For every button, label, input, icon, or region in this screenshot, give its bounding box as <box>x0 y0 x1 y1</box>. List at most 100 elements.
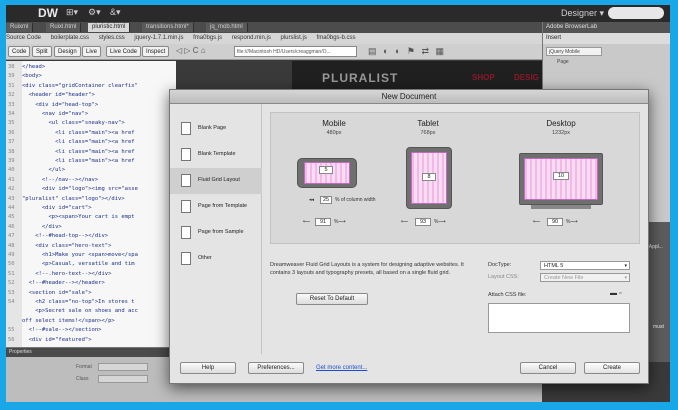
code-line[interactable]: 34 <nav id="nav"> <box>8 110 176 118</box>
code-line[interactable]: 40 </ul> <box>8 166 176 174</box>
mobile-columns-input[interactable]: 5 <box>319 166 333 174</box>
category-label: Blank Page <box>198 125 227 131</box>
code-line[interactable]: 39 <body> <box>8 72 176 80</box>
code-line[interactable]: 50 <p>Casual, versatile and tim <box>8 260 176 268</box>
code-line[interactable]: 42 <div id="logo"><img src="asse <box>8 185 176 193</box>
code-line[interactable]: 44 <div id="cart"> <box>8 204 176 212</box>
code-text: <!--#head-top--></div> <box>22 233 109 240</box>
code-text: <p><span>Your cart is empt <box>22 214 135 221</box>
insert-category-select[interactable]: jQuery Mobile <box>546 47 602 56</box>
doctype-value: HTML 5 <box>544 263 564 269</box>
code-line[interactable]: 45 <p><span>Your cart is empt <box>8 213 176 221</box>
code-line[interactable]: 46 </div> <box>8 223 176 231</box>
code-line[interactable]: 35 <ul class="sneaky-nav"> <box>8 119 176 127</box>
code-line[interactable]: 48 <div class="hero-text"> <box>8 242 176 250</box>
code-line[interactable]: 51 <!--.hero-text--></div> <box>8 270 176 278</box>
code-line[interactable]: 38 <li class="main"><a href <box>8 148 176 156</box>
preferences-button[interactable]: Preferences... <box>248 362 304 374</box>
class-select[interactable] <box>98 375 148 383</box>
code-line[interactable]: 37 <li class="main"><a href <box>8 138 176 146</box>
column-width-input[interactable]: 25 <box>320 196 332 204</box>
site-menu[interactable]: &▾ <box>110 7 121 18</box>
mobile-width-input[interactable]: 91 <box>315 218 331 226</box>
format-select[interactable] <box>98 363 148 371</box>
design-view-button[interactable]: Design <box>54 46 81 57</box>
category-page-from-template[interactable]: Page from Template <box>170 194 262 220</box>
related-file[interactable]: jquery-1.7.1.min.js <box>134 35 183 41</box>
related-file[interactable]: plurslist.js <box>281 35 307 41</box>
code-line[interactable]: 43 "pluralist" class="logo"></div> <box>8 195 176 203</box>
help-button[interactable]: Help <box>180 362 236 374</box>
code-line[interactable]: 41 <!--/nav--></nav> <box>8 176 176 184</box>
workspace-switcher[interactable]: Designer ▾ <box>561 8 604 19</box>
split-view-button[interactable]: Split <box>32 46 52 57</box>
doctype-select[interactable]: HTML 5 ▾ <box>540 261 630 270</box>
code-line[interactable]: off select items!</span></p> <box>8 317 176 325</box>
toolbar-icons[interactable]: ▤ ◐ ◐ ⚑ ⇄ ▦ <box>368 46 446 57</box>
line-number: 40 <box>8 167 15 174</box>
file-tab[interactable]: Ruixl.html <box>46 23 82 32</box>
related-file[interactable]: boilerplate.css <box>51 35 89 41</box>
category-page-from-sample[interactable]: Page from Sample <box>170 220 262 246</box>
reset-default-button[interactable]: Reset To Default <box>296 293 368 305</box>
insert-panel-tab[interactable]: Insert <box>543 33 670 44</box>
code-line[interactable]: 38 </head> <box>8 63 176 71</box>
other-icon <box>181 252 191 265</box>
code-text: <div class="hero-text"> <box>22 242 112 249</box>
category-other[interactable]: Other <box>170 246 262 272</box>
code-view[interactable]: 38 </head> 39 <body> 31 <div class="gridConta… <box>6 61 176 347</box>
live-view-button[interactable]: Live <box>82 46 102 57</box>
desktop-columns-input[interactable]: 10 <box>553 172 569 180</box>
inspect-button[interactable]: Inspect <box>142 46 170 57</box>
code-text: <header id="header"> <box>22 92 95 99</box>
code-view-button[interactable]: Code <box>8 46 31 57</box>
related-file[interactable]: fma0bgs-b.css <box>317 35 356 41</box>
related-file[interactable]: respond.min.js <box>232 35 271 41</box>
code-line[interactable]: 55 <!--#sale--></section> <box>8 326 176 334</box>
extend-menu[interactable]: ⚙▾ <box>88 7 101 18</box>
code-line[interactable]: 32 <header id="header"> <box>8 91 176 99</box>
line-number: 39 <box>8 73 15 80</box>
tablet-columns-input[interactable]: 8 <box>422 173 436 181</box>
nav-arrows-icon[interactable]: ◁ ▷ C ⌂ <box>176 46 206 55</box>
code-line[interactable]: 31 <div class="gridContainer clearfix" <box>8 82 176 90</box>
code-line[interactable]: 53 <section id="sale"> <box>8 289 176 297</box>
code-line[interactable]: <p>Secret sale on shoes and acc <box>8 307 176 315</box>
code-line[interactable]: 56 <div id="featured"> <box>8 336 176 344</box>
code-line[interactable]: 47 <!--#head-top--></div> <box>8 232 176 240</box>
category-fluid-grid-layout[interactable]: Fluid Grid Layout <box>170 168 262 194</box>
related-file[interactable]: Source Code <box>6 35 41 41</box>
code-line[interactable]: 54 <h2 class="no-top">In stores t <box>8 298 176 306</box>
file-tab[interactable]: jq_mob.html <box>206 23 248 32</box>
line-number: 54 <box>8 299 15 305</box>
file-tab-active[interactable]: pluristic.html <box>88 23 131 32</box>
code-line[interactable]: 33 <div id="head-top"> <box>8 101 176 109</box>
attached-css-list[interactable] <box>488 303 630 333</box>
help-search-input[interactable] <box>608 7 664 19</box>
insert-item-page[interactable]: Page <box>543 59 670 65</box>
line-number: 55 <box>8 327 15 334</box>
layout-menu[interactable]: ⊞▾ <box>66 7 78 18</box>
file-tab[interactable]: transitions.html* <box>142 23 194 32</box>
desktop-width-input[interactable]: 90 <box>547 218 563 226</box>
link-css-icon[interactable]: ▬ ▫ <box>610 290 621 297</box>
live-code-button[interactable]: Live Code <box>106 46 142 57</box>
line-number: 37 <box>8 139 15 146</box>
code-line[interactable]: 36 <li class="main"><a href <box>8 129 176 137</box>
file-tab[interactable]: Ruixml <box>6 23 34 32</box>
layout-css-select[interactable]: Create New File ▾ <box>540 273 630 282</box>
get-more-content-link[interactable]: Get more content... <box>316 365 367 371</box>
code-text: <p>Secret sale on shoes and acc <box>22 308 138 315</box>
tablet-width-input[interactable]: 93 <box>415 218 431 226</box>
category-label: Page from Sample <box>198 229 244 235</box>
cancel-button[interactable]: Cancel <box>520 362 576 374</box>
category-blank-page[interactable]: Blank Page <box>170 116 262 142</box>
code-line[interactable]: 39 <li class="main"><a href <box>8 157 176 165</box>
create-button[interactable]: Create <box>584 362 640 374</box>
related-file[interactable]: styles.css <box>99 35 125 41</box>
category-blank-template[interactable]: Blank Template <box>170 142 262 168</box>
related-file[interactable]: fma0bgs.js <box>193 35 222 41</box>
code-line[interactable]: 52 <!--#header--></header> <box>8 279 176 287</box>
code-line[interactable]: 49 <h1>Make your <span>move</spa <box>8 251 176 259</box>
address-bar[interactable]: file:///Macintosh HD/Users/creaggman/O..… <box>234 46 357 57</box>
